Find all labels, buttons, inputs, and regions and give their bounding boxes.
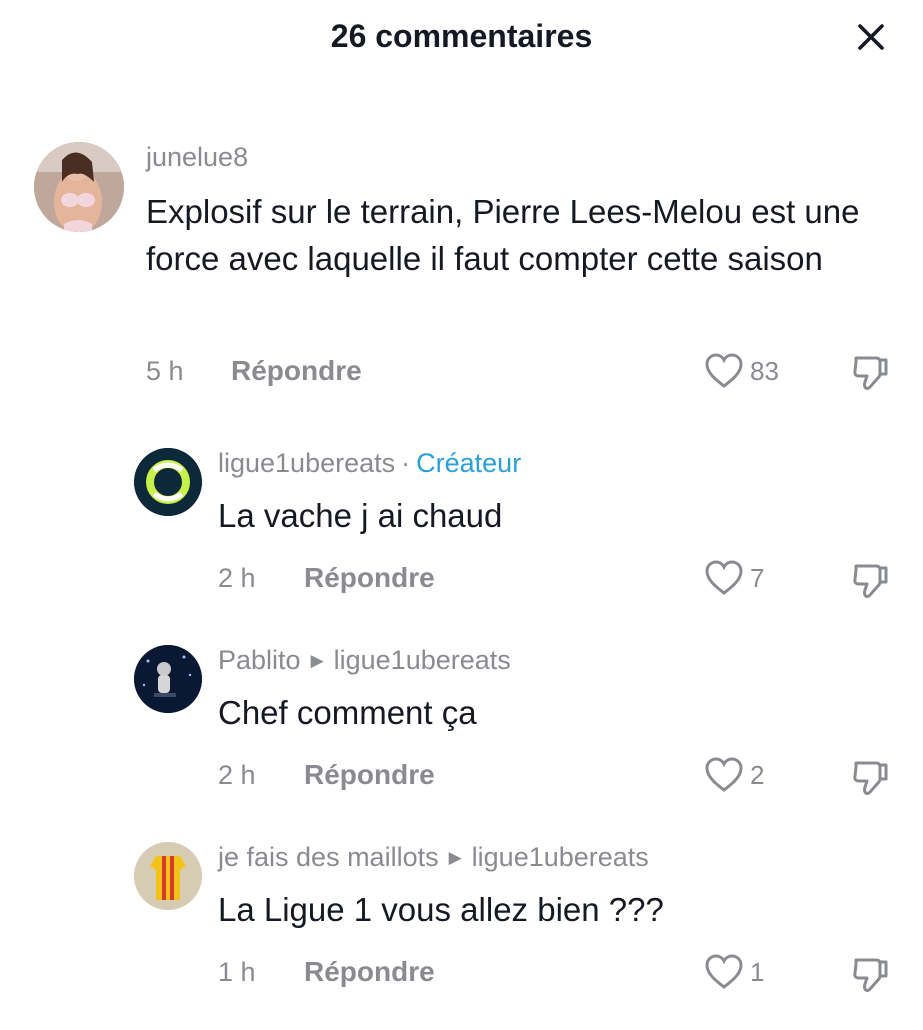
avatar[interactable] xyxy=(134,842,202,910)
reply-button[interactable]: Répondre xyxy=(231,355,362,387)
close-button[interactable] xyxy=(848,14,894,60)
comment-username-line: ligue1ubereats · Créateur xyxy=(218,448,521,479)
creator-badge: Créateur xyxy=(416,448,522,478)
like-button[interactable]: 1 xyxy=(704,953,764,991)
comment-time: 2 h xyxy=(218,563,256,593)
comment-time: 2 h xyxy=(218,760,256,790)
comment-time: 5 h xyxy=(146,356,184,386)
thumbs-down-icon xyxy=(853,356,888,390)
thumbs-down-icon xyxy=(853,761,888,795)
reply-button[interactable]: Répondre xyxy=(304,759,435,791)
reply-arrow-icon: ▶ xyxy=(448,847,462,867)
comments-header: 26 commentaires xyxy=(0,0,923,80)
comment-text: La Ligue 1 vous allez bien ??? xyxy=(218,891,664,928)
username[interactable]: Pablito xyxy=(218,645,301,676)
like-button[interactable]: 7 xyxy=(704,559,764,597)
comment-username-line: junelue8 xyxy=(146,142,248,173)
comment-text: Explosif sur le terrain, Pierre Lees-Mel… xyxy=(146,193,860,277)
like-button[interactable]: 83 xyxy=(704,352,779,390)
comments-sheet: 26 commentaires junelue8 Explosif sur le xyxy=(0,0,923,1030)
comment-text: Chef comment ça xyxy=(218,694,477,731)
like-count: 7 xyxy=(750,562,765,593)
reply-button[interactable]: Répondre xyxy=(304,956,435,988)
like-count: 1 xyxy=(750,956,765,987)
heart-icon xyxy=(705,757,743,792)
username[interactable]: junelue8 xyxy=(146,142,248,173)
dislike-button[interactable] xyxy=(850,954,890,994)
username[interactable]: ligue1ubereats xyxy=(218,448,395,479)
reply-button[interactable]: Répondre xyxy=(304,562,435,594)
reply-to-username[interactable]: ligue1ubereats xyxy=(334,645,511,676)
comments-count-title: 26 commentaires xyxy=(330,18,593,54)
heart-icon xyxy=(705,560,743,595)
reply-arrow-icon: ▶ xyxy=(310,650,324,670)
like-count: 83 xyxy=(750,355,779,386)
dislike-button[interactable] xyxy=(850,757,890,797)
comment-username-line: je fais des maillots ▶ ligue1ubereats xyxy=(218,842,649,873)
separator-dot: · xyxy=(401,448,411,478)
comment-username-line: Pablito ▶ ligue1ubereats xyxy=(218,645,511,676)
comment-text: La vache j ai chaud xyxy=(218,497,503,534)
dislike-button[interactable] xyxy=(850,352,890,392)
heart-icon xyxy=(705,954,743,989)
avatar[interactable] xyxy=(134,448,202,516)
avatar[interactable] xyxy=(134,645,202,713)
like-button[interactable]: 2 xyxy=(704,756,764,794)
like-count: 2 xyxy=(750,759,765,790)
close-icon xyxy=(858,24,884,50)
comment-time: 1 h xyxy=(218,957,256,987)
heart-icon xyxy=(705,353,743,388)
dislike-button[interactable] xyxy=(850,560,890,600)
thumbs-down-icon xyxy=(853,958,888,992)
reply-to-username[interactable]: ligue1ubereats xyxy=(472,842,649,873)
avatar[interactable] xyxy=(34,142,124,232)
thumbs-down-icon xyxy=(853,564,888,598)
username[interactable]: je fais des maillots xyxy=(218,842,439,873)
